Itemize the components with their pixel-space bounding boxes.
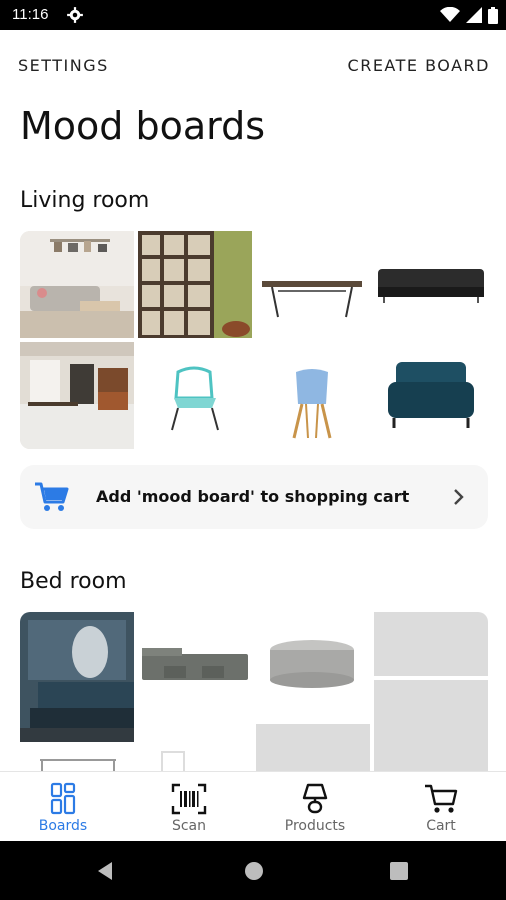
board-title-living-room[interactable]: Living room	[20, 188, 149, 213]
board-image[interactable]	[374, 231, 488, 338]
board-title-bed-room[interactable]: Bed room	[20, 569, 127, 594]
bottom-navigation: Boards Scan Products Cart	[0, 771, 506, 842]
grid-icon	[50, 782, 76, 815]
system-nav-bar	[0, 841, 506, 900]
board-image[interactable]	[20, 342, 134, 449]
board-image[interactable]	[20, 612, 134, 742]
cart-icon	[35, 482, 69, 511]
board-image-placeholder[interactable]	[374, 612, 488, 676]
board-image[interactable]	[138, 612, 252, 719]
create-board-link[interactable]: CREATE BOARD	[348, 56, 490, 75]
board-image[interactable]	[138, 342, 252, 449]
board-image[interactable]	[138, 746, 252, 772]
signal-icon	[466, 7, 482, 23]
add-to-cart-bar[interactable]: Add 'mood board' to shopping cart	[20, 465, 488, 529]
nav-scan-label: Scan	[171, 818, 207, 834]
home-icon[interactable]	[244, 861, 264, 881]
nav-cart[interactable]: Cart	[378, 772, 504, 842]
board-image[interactable]	[256, 612, 370, 719]
recents-icon[interactable]	[390, 862, 408, 880]
add-to-cart-label: Add 'mood board' to shopping cart	[96, 487, 410, 506]
board-image[interactable]	[256, 342, 370, 449]
board-image-placeholder[interactable]	[256, 724, 370, 772]
barcode-scan-icon	[171, 783, 207, 815]
board-image[interactable]	[138, 231, 252, 338]
board-image-placeholder[interactable]	[374, 680, 488, 772]
nav-boards[interactable]: Boards	[0, 772, 126, 842]
board-grid-bed-room[interactable]	[20, 612, 488, 772]
status-bar: 11:16	[0, 0, 506, 30]
board-grid-living-room[interactable]	[20, 231, 488, 451]
chevron-right-icon	[454, 489, 464, 505]
board-image[interactable]	[256, 231, 370, 338]
nav-boards-label: Boards	[38, 818, 88, 834]
status-time: 11:16	[12, 6, 49, 23]
wifi-icon	[440, 7, 460, 22]
board-image[interactable]	[374, 342, 488, 449]
gear-icon	[67, 7, 83, 23]
nav-cart-label: Cart	[426, 818, 456, 834]
board-image[interactable]	[20, 746, 134, 772]
nav-products[interactable]: Products	[252, 772, 378, 842]
settings-link[interactable]: SETTINGS	[18, 56, 109, 75]
top-bar: SETTINGS CREATE BOARD	[0, 30, 506, 100]
nav-scan[interactable]: Scan	[126, 772, 252, 842]
nav-products-label: Products	[284, 818, 346, 834]
lamp-icon	[302, 783, 328, 814]
cart-icon	[425, 784, 458, 813]
battery-icon	[488, 6, 498, 24]
board-image[interactable]	[20, 231, 134, 338]
back-icon[interactable]	[96, 861, 114, 881]
page-title: Mood boards	[20, 104, 266, 148]
